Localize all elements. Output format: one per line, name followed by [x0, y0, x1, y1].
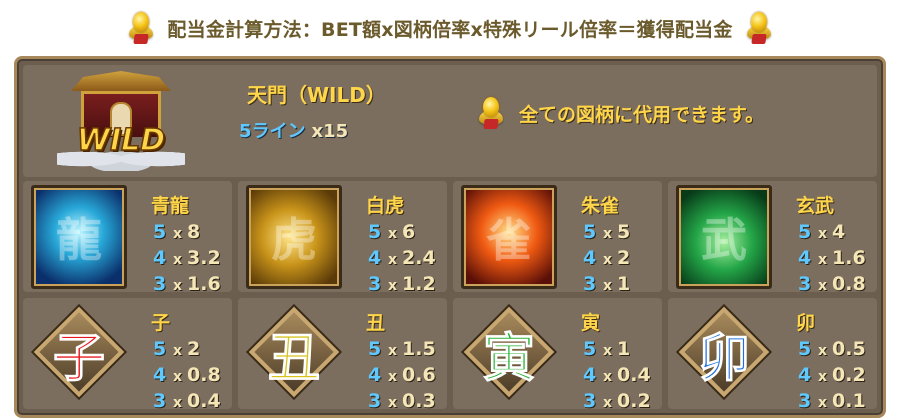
wild-symbol-name: 天門（WILD）	[247, 83, 386, 107]
payout-row: 5x4	[798, 221, 846, 243]
payout-row: 4 x 0.2	[798, 364, 866, 386]
symbol-cell-rat: 子 子 5x2 4 x 0.8 3 x 0.4	[23, 298, 232, 412]
symbol-name: 子	[151, 312, 171, 334]
payout-row: 5x1	[583, 338, 631, 360]
symbol-cell-rabbit: 卯 卯 5 x 0.5 4 x 0.2 3 x 0.1	[668, 298, 877, 412]
symbol-payouts: 5x8 4 x 3.2 3 x 1.6	[153, 221, 221, 299]
payout-row: 3x1	[583, 273, 631, 295]
symbol-payouts: 5x2 4 x 0.8 3 x 0.4	[153, 338, 221, 416]
gold-ingot-icon	[746, 12, 771, 44]
symbol-name: 青龍	[151, 195, 190, 217]
symbol-name: 寅	[581, 312, 601, 334]
payout-row: 4 x 0.4	[583, 364, 651, 386]
payout-row: 4 x 0.6	[368, 364, 436, 386]
payout-row: 3 x 0.8	[798, 273, 866, 295]
payout-formula-header: 配当金計算方法：BET額x図柄倍率x特殊リール倍率＝獲得配当金	[0, 8, 900, 48]
payout-row: 4 x 0.8	[153, 364, 221, 386]
payout-formula-text: 配当金計算方法：BET額x図柄倍率x特殊リール倍率＝獲得配当金	[167, 18, 733, 41]
wild-emblem-text: WILD	[76, 122, 166, 159]
symbol-cell-black-tortoise: 武 玄武 5x4 4 x 1.6 3 x 0.8	[668, 181, 877, 295]
payout-row: 3 x 1.2	[368, 273, 436, 295]
symbol-payouts: 5 x 0.5 4 x 0.2 3 x 0.1	[798, 338, 866, 416]
zodiac-tiger-plaque-icon: 寅	[463, 306, 555, 402]
symbol-payouts: 5x1 4 x 0.4 3 x 0.2	[583, 338, 651, 416]
symbol-paytable-grid: 龍 青龍 5x8 4 x 3.2 3 x 1.6 虎 白虎 5x6 4 x 2.4 3 x 1.…	[23, 181, 877, 412]
wild-payout-label: 5ライン	[239, 121, 306, 142]
vermilion-bird-icon: 雀	[461, 185, 557, 289]
payout-row: 4x2	[583, 247, 631, 269]
gold-ingot-icon	[129, 12, 154, 44]
payout-row: 5x6	[368, 221, 416, 243]
symbol-name: 白虎	[366, 195, 405, 217]
symbol-name: 卯	[796, 312, 816, 334]
heaven-gate-wild-icon: WILD	[57, 69, 185, 173]
payout-row: 5 x 0.5	[798, 338, 866, 360]
zodiac-rabbit-plaque-icon: 卯	[678, 306, 770, 402]
white-tiger-icon: 虎	[246, 185, 342, 289]
payout-row: 5 x 1.5	[368, 338, 436, 360]
symbol-payouts: 5 x 1.5 4 x 0.6 3 x 0.3	[368, 338, 436, 416]
azure-dragon-icon: 龍	[31, 185, 127, 289]
wild-payout: 5ライン x15	[239, 117, 348, 143]
payout-row: 5x8	[153, 221, 201, 243]
payout-row: 4 x 2.4	[368, 247, 436, 269]
payout-row: 3 x 0.2	[583, 390, 651, 412]
symbol-payouts: 5x4 4 x 1.6 3 x 0.8	[798, 221, 866, 299]
symbol-name: 丑	[366, 312, 386, 334]
payout-row: 5x2	[153, 338, 201, 360]
black-tortoise-icon: 武	[676, 185, 772, 289]
payout-row: 4 x 1.6	[798, 247, 866, 269]
gold-ingot-icon	[479, 97, 503, 129]
wild-payout-multiplier: x15	[311, 121, 349, 142]
wild-description: 全ての図柄に代用できます。	[479, 93, 764, 133]
payout-row: 3 x 1.6	[153, 273, 221, 295]
wild-symbol-row: WILD 天門（WILD） 5ライン x15 全ての図柄に代用できます。	[23, 65, 877, 177]
symbol-cell-azure-dragon: 龍 青龍 5x8 4 x 3.2 3 x 1.6	[23, 181, 232, 295]
payout-row: 3 x 0.4	[153, 390, 221, 412]
payout-row: 3 x 0.3	[368, 390, 436, 412]
wild-description-text: 全ての図柄に代用できます。	[519, 103, 765, 126]
symbol-name: 玄武	[796, 195, 835, 217]
symbol-name: 朱雀	[581, 195, 620, 217]
payout-row: 3 x 0.1	[798, 390, 866, 412]
symbol-payouts: 5x6 4 x 2.4 3 x 1.2	[368, 221, 436, 299]
paytable-panel: WILD 天門（WILD） 5ライン x15 全ての図柄に代用できます。 龍 青龍…	[14, 56, 886, 418]
zodiac-rat-plaque-icon: 子	[33, 306, 125, 402]
zodiac-ox-plaque-icon: 丑	[248, 306, 340, 402]
symbol-cell-vermilion-bird: 雀 朱雀 5x5 4x2 3x1	[453, 181, 662, 295]
symbol-cell-tiger-zodiac: 寅 寅 5x1 4 x 0.4 3 x 0.2	[453, 298, 662, 412]
symbol-cell-ox: 丑 丑 5 x 1.5 4 x 0.6 3 x 0.3	[238, 298, 447, 412]
symbol-cell-white-tiger: 虎 白虎 5x6 4 x 2.4 3 x 1.2	[238, 181, 447, 295]
payout-row: 5x5	[583, 221, 631, 243]
symbol-payouts: 5x5 4x2 3x1	[583, 221, 630, 299]
payout-row: 4 x 3.2	[153, 247, 221, 269]
